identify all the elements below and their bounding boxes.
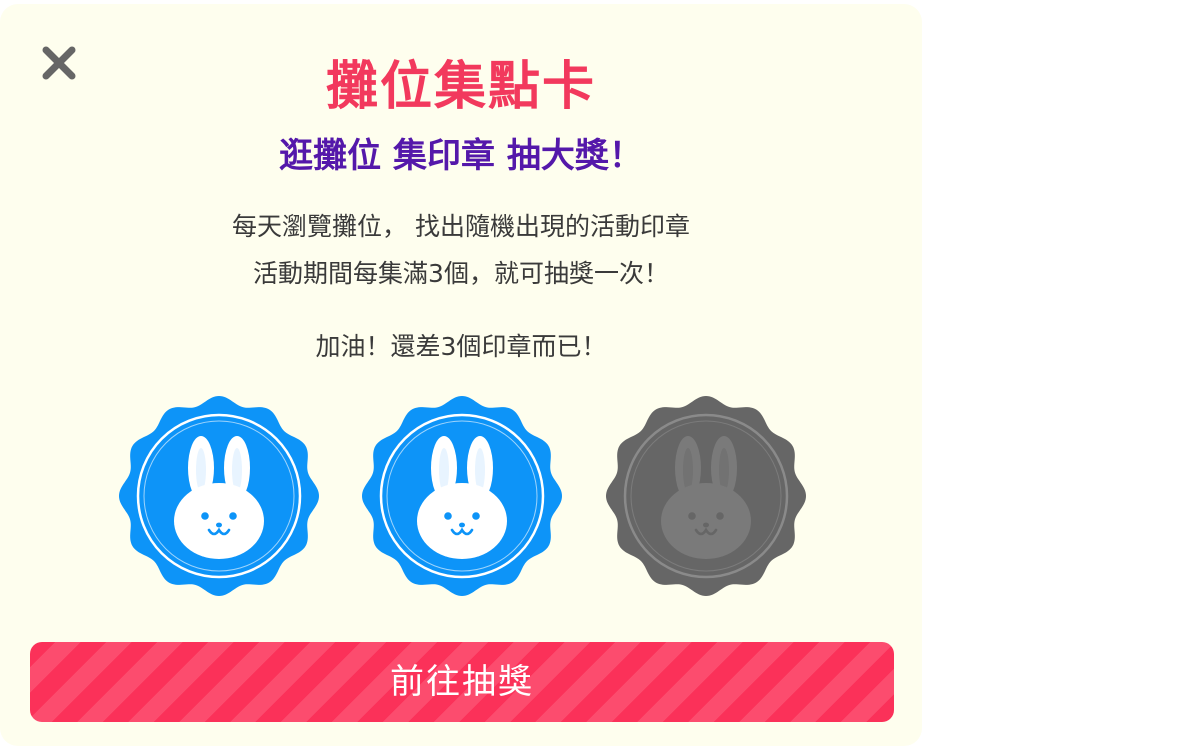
rabbit-icon — [606, 396, 806, 596]
stamp-collected-2 — [362, 396, 562, 596]
stamp-card-dialog: 攤位集點卡 逛攤位 集印章 抽大獎！ 每天瀏覽攤位， 找出隨機出現的活動印章 活… — [0, 4, 922, 746]
stamp-empty-3 — [606, 396, 806, 596]
rabbit-icon — [119, 396, 319, 596]
rabbit-icon — [362, 396, 562, 596]
description-line-1: 每天瀏覽攤位， 找出隨機出現的活動印章 — [232, 212, 690, 241]
go-to-draw-button[interactable]: 前往抽獎 — [30, 642, 894, 722]
description-line-2: 活動期間每集滿3個，就可抽獎一次！ — [253, 259, 669, 288]
stamp-collected-1 — [119, 396, 319, 596]
dialog-subtitle: 逛攤位 集印章 抽大獎！ — [279, 136, 643, 176]
progress-message: 加油！還差3個印章而已！ — [315, 332, 607, 361]
dialog-title: 攤位集點卡 — [325, 57, 596, 117]
